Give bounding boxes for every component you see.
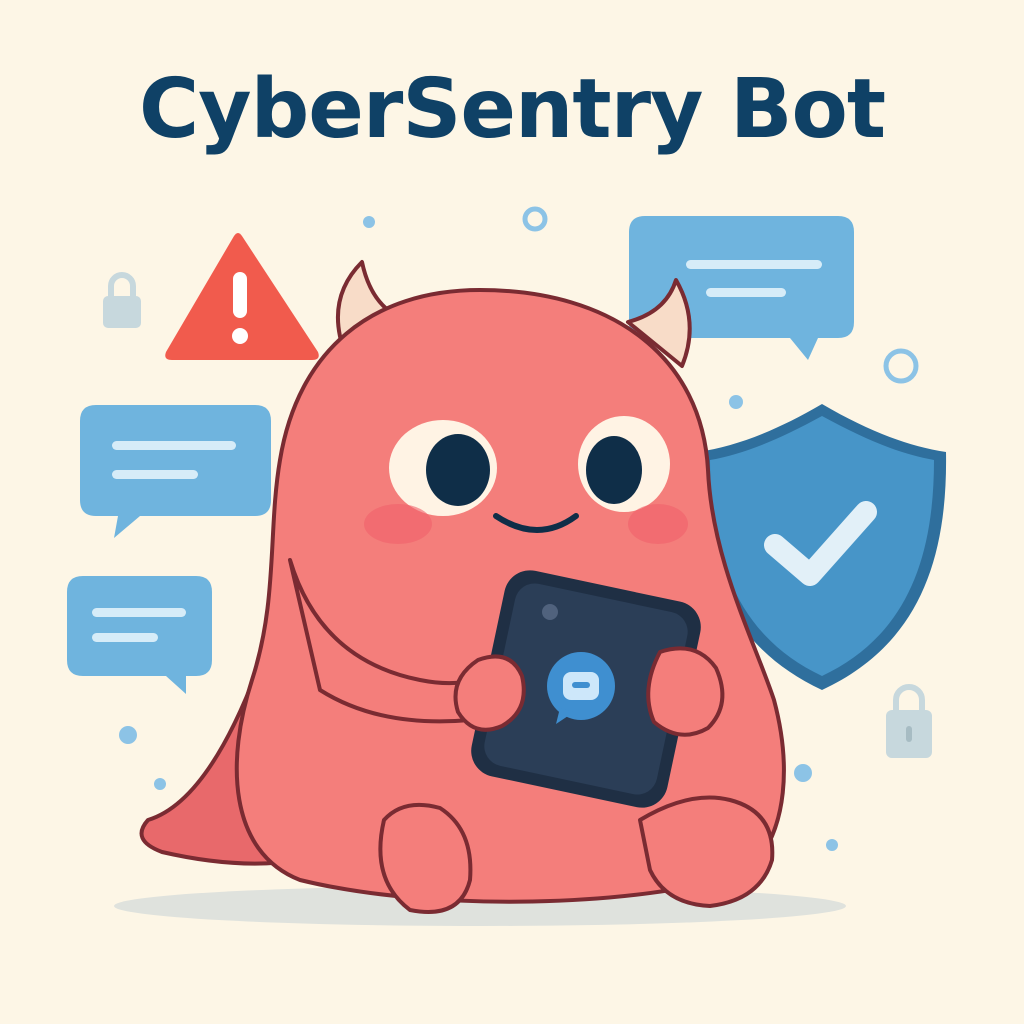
poster: CyberSentry Bot [0,0,1024,1024]
speech-bubble-icon [67,576,212,694]
warning-icon [165,233,319,360]
speech-bubble-icon [80,405,271,538]
padlock-icon [103,272,141,328]
left-foot [378,803,473,914]
illustration [67,206,947,926]
padlock-icon [886,684,932,758]
